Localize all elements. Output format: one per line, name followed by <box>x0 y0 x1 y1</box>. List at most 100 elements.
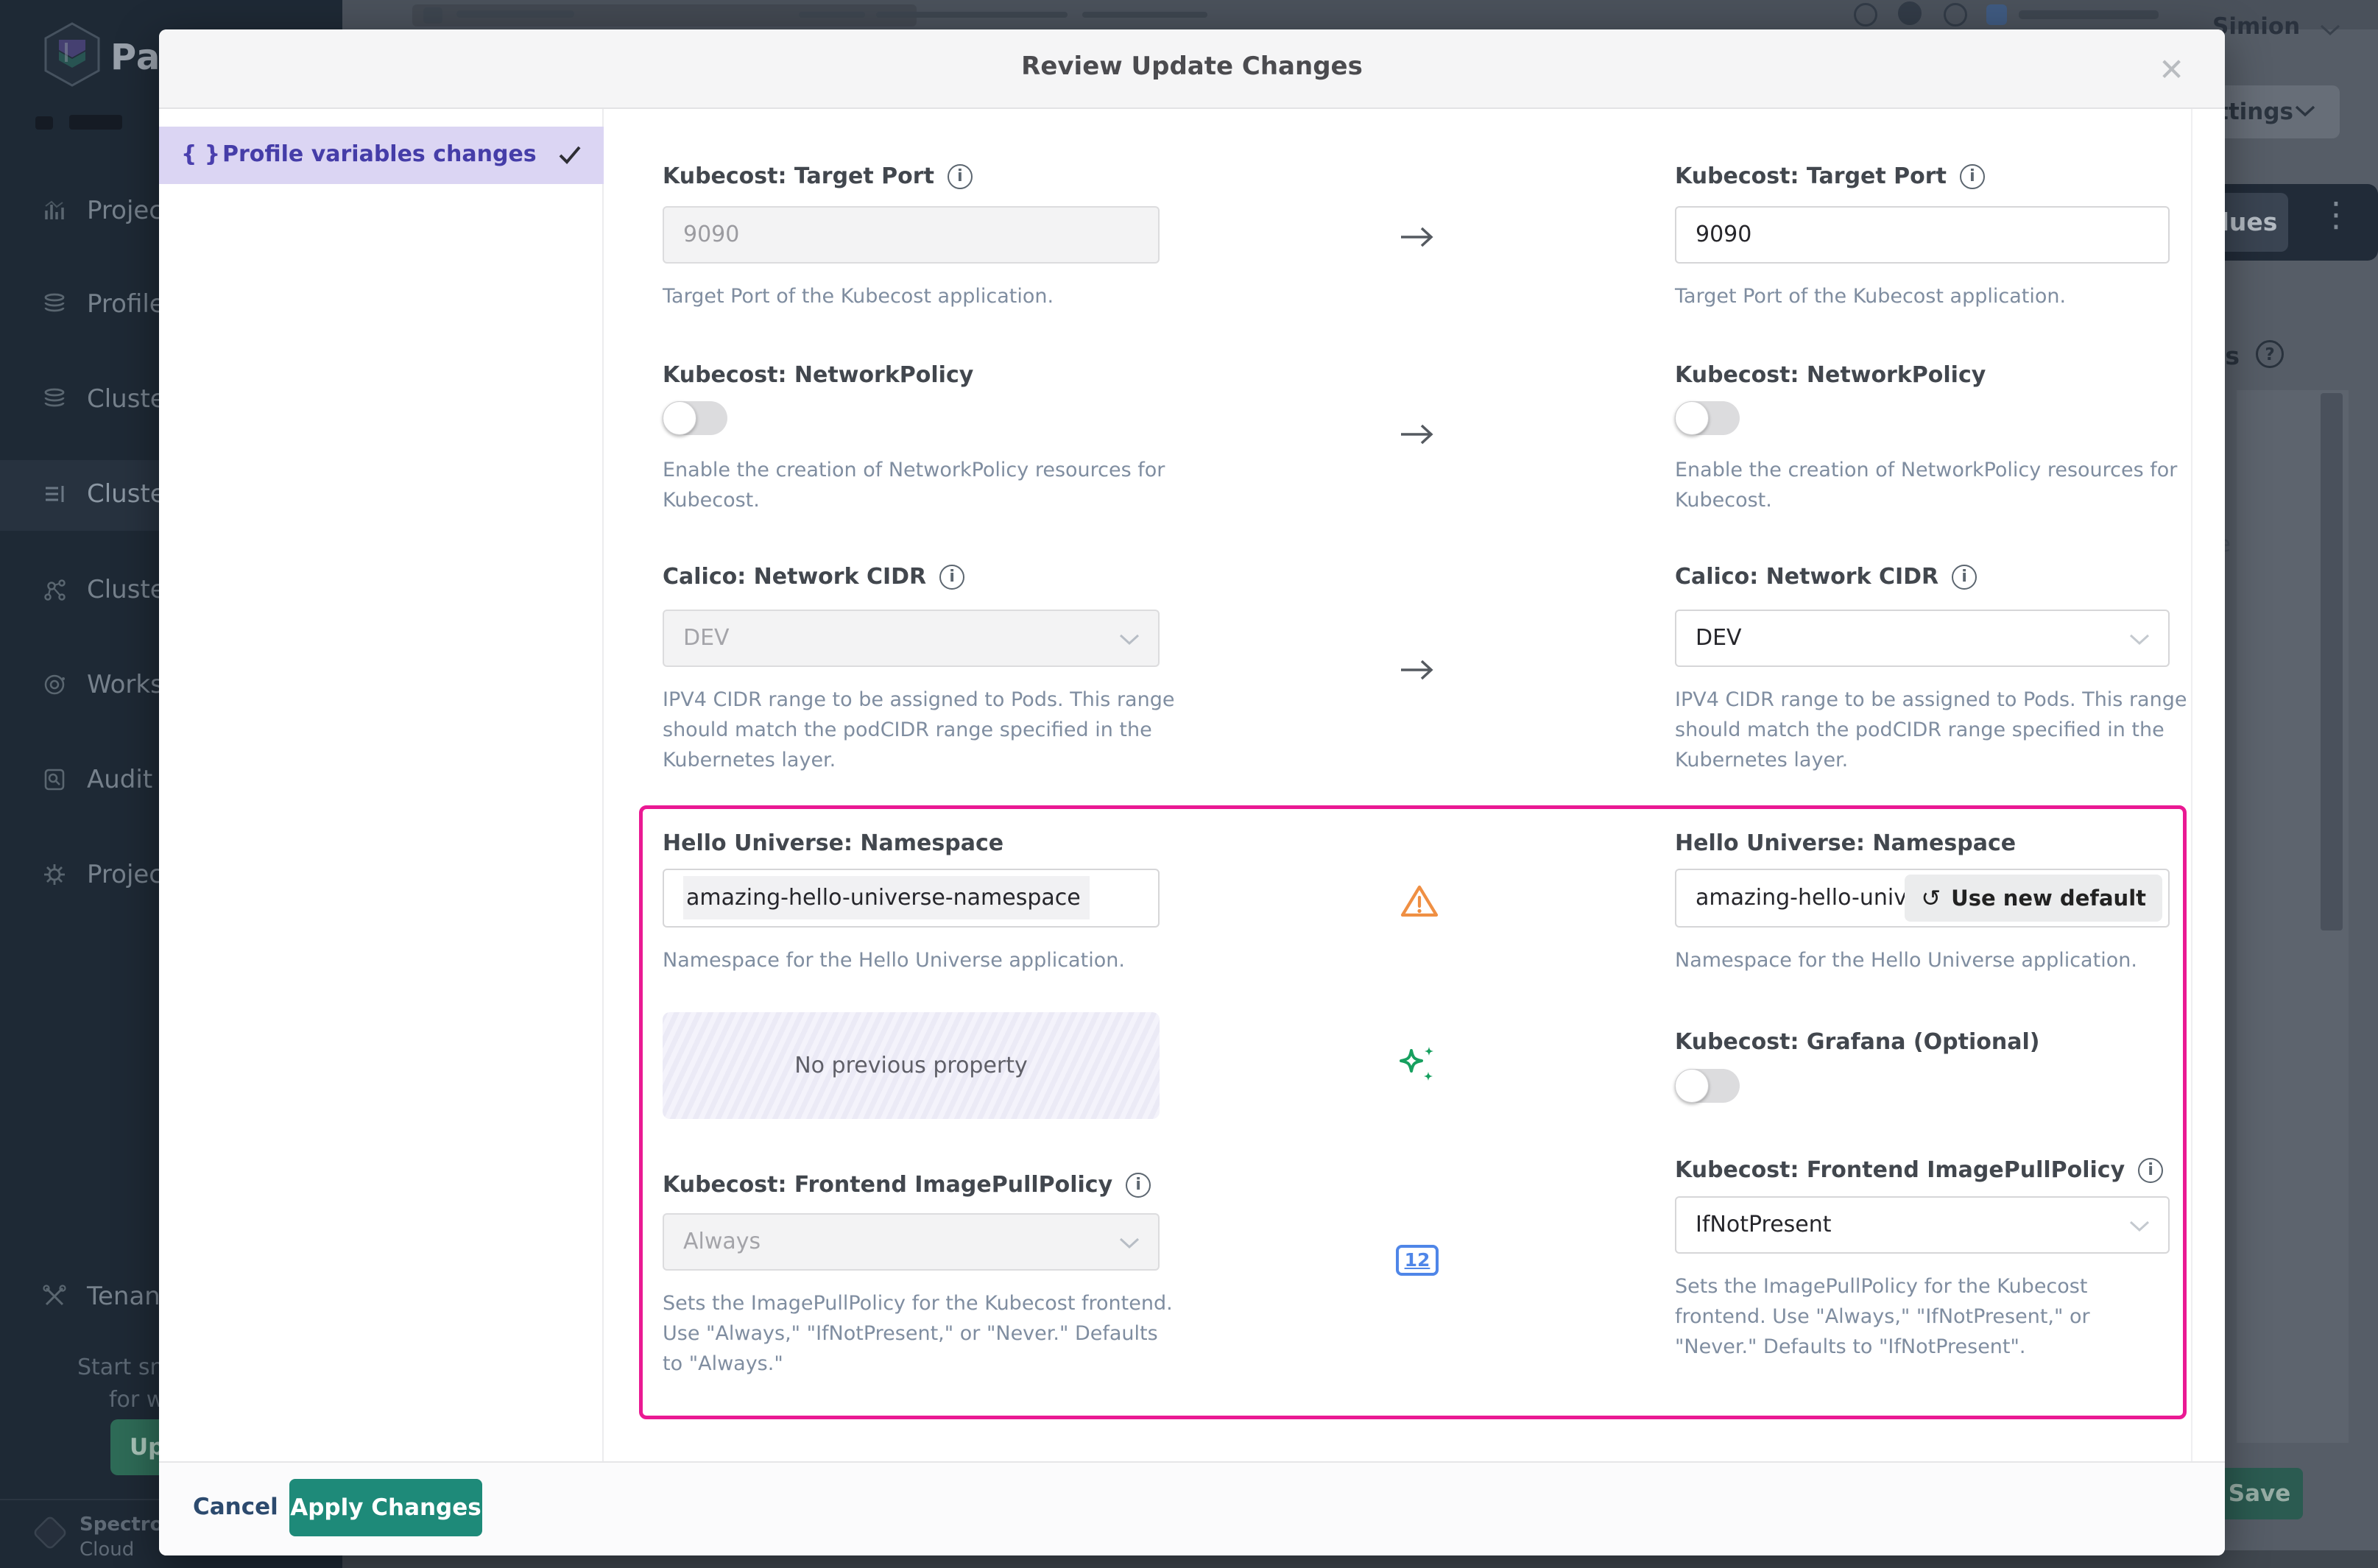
label-text: Kubecost: Target Port <box>1675 163 1947 189</box>
kebab-menu-icon: ⋮ <box>2319 194 2353 234</box>
breadcrumb-text <box>1082 12 1207 18</box>
label-text: Kubecost: NetworkPolicy <box>663 362 973 388</box>
arrow-right-icon <box>1398 224 1436 250</box>
toggle-knob <box>1675 401 1709 435</box>
info-icon[interactable]: i <box>2138 1158 2163 1183</box>
label-text: Kubecost: Grafana (Optional) <box>1675 1029 2039 1055</box>
networkpolicy-after-toggle[interactable] <box>1675 401 1740 435</box>
field-label: Kubecost: NetworkPolicy <box>663 362 973 388</box>
network-cidr-after-select[interactable]: DEV <box>1675 610 2170 667</box>
networkpolicy-before-toggle[interactable] <box>663 401 727 435</box>
select-value: DEV <box>683 625 730 651</box>
scrollbar-thumb <box>2321 393 2343 930</box>
input-value: 9090 <box>1696 222 1751 247</box>
grafana-toggle[interactable] <box>1675 1069 1740 1103</box>
notifications-icon <box>1898 1 1922 25</box>
history-icon: ↺ <box>1921 884 1941 912</box>
workspaces-icon <box>41 671 68 698</box>
brand-footer: Cloud <box>80 1539 134 1561</box>
sidebar-item-label: Tenant <box>87 1282 170 1311</box>
label-text: Kubecost: Frontend ImagePullPolicy <box>1675 1157 2125 1183</box>
spectro-cloud-logo-icon <box>27 1509 74 1556</box>
field-description: Target Port of the Kubecost application. <box>663 281 1178 311</box>
field-description: Enable the creation of NetworkPolicy res… <box>1675 455 2190 515</box>
nav-item-profile-variables-changes[interactable]: { } Profile variables changes <box>159 127 604 184</box>
arrow-right-icon <box>1398 421 1436 448</box>
target-port-after-input[interactable]: 9090 <box>1675 206 2170 264</box>
user-menu: Simion <box>2212 13 2300 40</box>
warning-icon <box>1399 882 1440 920</box>
close-icon[interactable]: ✕ <box>2159 52 2184 88</box>
label-text: Hello Universe: Namespace <box>663 830 1003 856</box>
target-port-before-input[interactable]: 9090 <box>663 206 1160 264</box>
values-tab-bar: lues ⋮ <box>2203 184 2378 261</box>
field-description: Target Port of the Kubecost application. <box>1675 281 2190 311</box>
chevron-down-icon <box>1118 1237 1140 1250</box>
imagepullpolicy-after-select[interactable]: IfNotPresent <box>1675 1196 2170 1254</box>
chevron-down-icon <box>2128 1220 2151 1233</box>
field-label: Calico: Network CIDR i <box>663 564 964 590</box>
breadcrumb-text <box>876 12 1068 18</box>
modal-header: Review Update Changes ✕ <box>159 29 2225 109</box>
network-cidr-before-select[interactable]: DEV <box>663 610 1160 667</box>
breadcrumb-text <box>456 10 574 18</box>
no-previous-property-box: No previous property <box>663 1012 1160 1119</box>
info-icon[interactable]: i <box>939 565 964 590</box>
label-text: Kubecost: Target Port <box>663 163 934 189</box>
palette-logo-icon <box>38 21 106 88</box>
info-icon[interactable]: i <box>948 164 973 189</box>
modal-title: Review Update Changes <box>1021 52 1363 81</box>
content-gutter <box>2191 109 2192 1461</box>
label-text: Hello Universe: Namespace <box>1675 830 2016 856</box>
label-text: Calico: Network CIDR <box>663 564 926 590</box>
layers-icon <box>41 291 68 317</box>
field-label: Kubecost: Target Port i <box>1675 163 1985 189</box>
braces-icon: { } <box>181 141 220 167</box>
field-label: Kubecost: Target Port i <box>663 163 973 189</box>
gear-icon <box>41 861 68 888</box>
info-icon[interactable]: i <box>1952 565 1977 590</box>
flag-icon <box>1986 4 2007 25</box>
placeholder-text: No previous property <box>794 1053 1028 1078</box>
help-icon <box>1944 3 1967 27</box>
label-text: Calico: Network CIDR <box>1675 564 1938 590</box>
check-icon <box>557 143 583 166</box>
field-label: Kubecost: Frontend ImagePullPolicy i <box>1675 1157 2163 1183</box>
app-header <box>342 0 2378 29</box>
cancel-button[interactable]: Cancel <box>193 1494 278 1520</box>
use-new-default-button[interactable]: ↺ Use new default <box>1905 875 2162 922</box>
network-icon <box>41 576 68 603</box>
imagepullpolicy-before-select[interactable]: Always <box>663 1213 1160 1271</box>
field-description: Namespace for the Hello Universe applica… <box>1675 945 2190 975</box>
field-description: Enable the creation of NetworkPolicy res… <box>663 455 1178 515</box>
apply-changes-button[interactable]: Apply Changes <box>289 1479 482 1536</box>
select-value: IfNotPresent <box>1696 1212 1832 1237</box>
tools-icon <box>41 1283 68 1310</box>
input-value-highlighted: amazing-hello-universe-namespace <box>683 876 1090 919</box>
info-icon[interactable]: i <box>1126 1173 1151 1198</box>
sparkles-icon <box>1396 1044 1439 1087</box>
layers-icon <box>41 386 68 412</box>
projects-icon <box>41 197 68 224</box>
select-value: DEV <box>1696 625 1742 651</box>
changes-count-badge: 12 <box>1396 1245 1439 1276</box>
help-circle-icon: ? <box>2256 340 2284 368</box>
chip-label: Use new default <box>1951 886 2146 911</box>
field-label: Hello Universe: Namespace <box>1675 830 2016 856</box>
field-label: Kubecost: Frontend ImagePullPolicy i <box>663 1172 1151 1198</box>
info-icon[interactable]: i <box>1960 164 1985 189</box>
field-description: Sets the ImagePullPolicy for the Kubecos… <box>663 1288 1178 1379</box>
list-icon <box>41 481 68 507</box>
namespace-after-input[interactable]: amazing-hello-univer ↺ Use new default <box>1675 869 2170 928</box>
input-value: 9090 <box>683 222 739 247</box>
screen: Simion ttings lues ⋮ es ? e * Save Pale … <box>0 0 2378 1568</box>
arrow-right-icon <box>1398 657 1436 683</box>
chevron-down-icon <box>2294 105 2316 118</box>
field-label: Kubecost: NetworkPolicy <box>1675 362 1986 388</box>
field-description: Namespace for the Hello Universe applica… <box>663 945 1178 975</box>
field-description: IPV4 CIDR range to be assigned to Pods. … <box>1675 685 2190 775</box>
select-value: Always <box>683 1229 761 1254</box>
namespace-before-input[interactable]: amazing-hello-universe-namespace <box>663 869 1160 928</box>
field-label: Hello Universe: Namespace <box>663 830 1003 856</box>
toggle-knob <box>1675 1069 1709 1103</box>
